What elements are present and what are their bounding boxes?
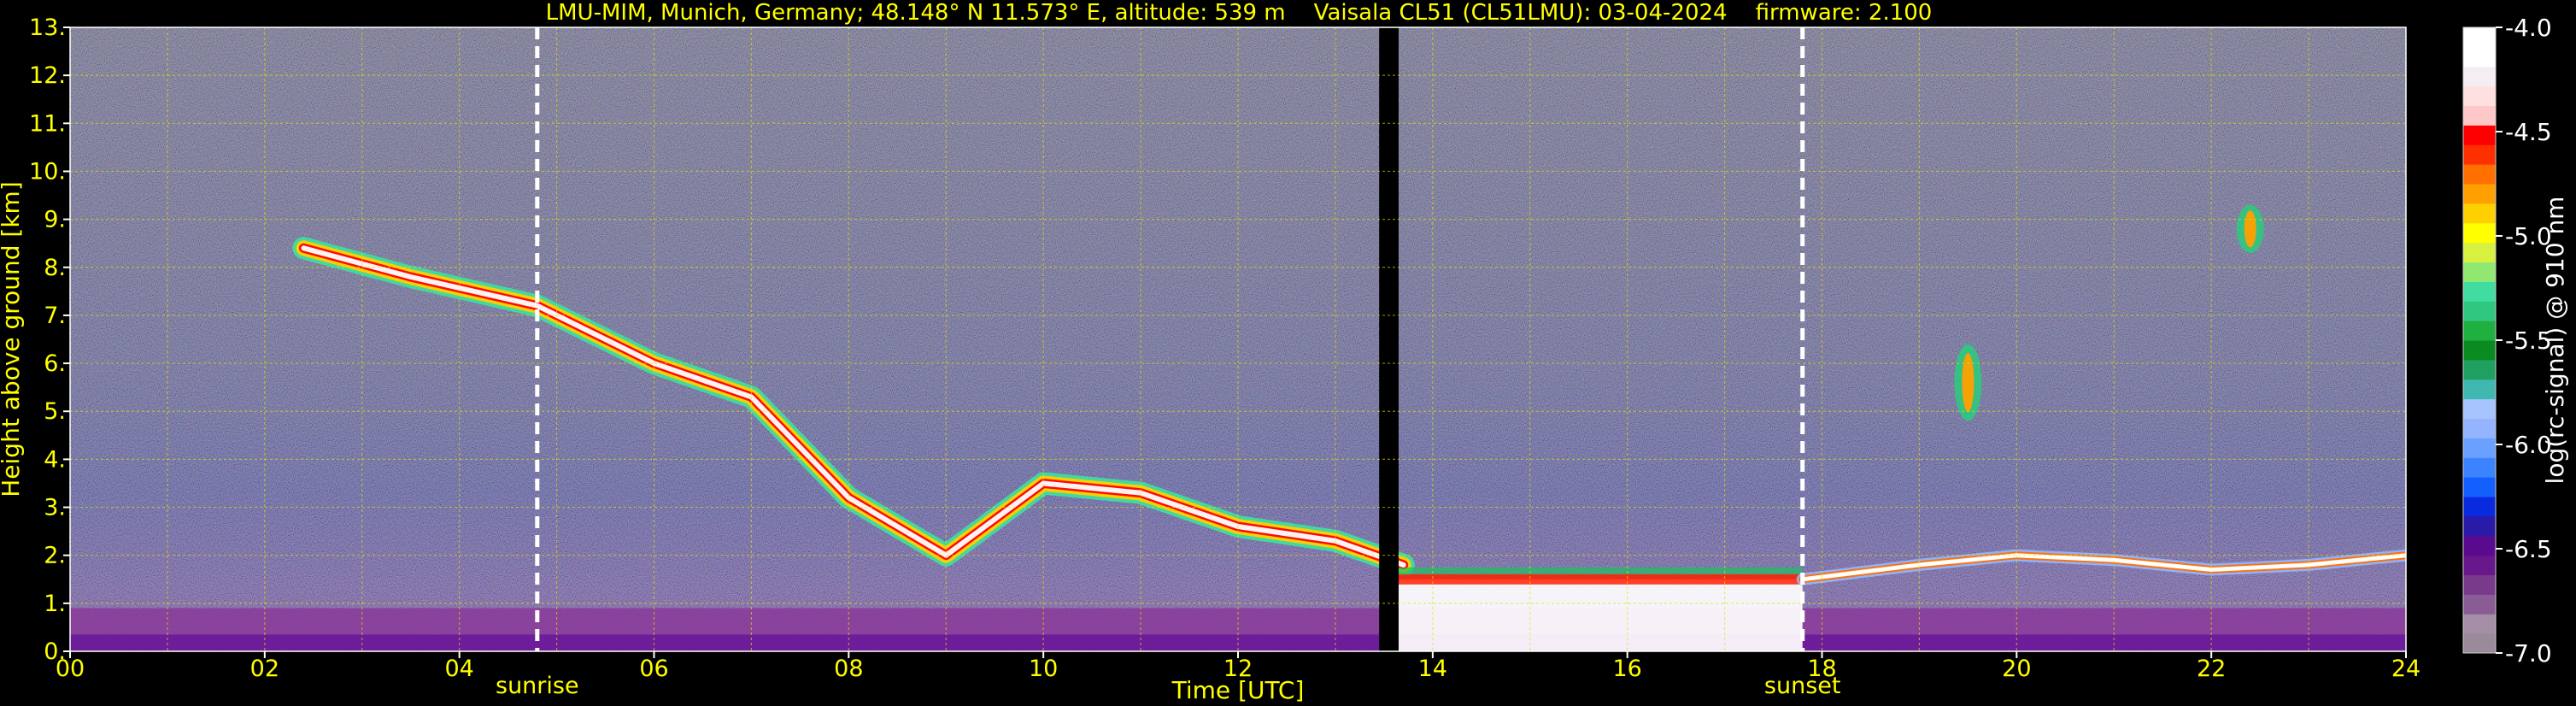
y-tick-label: 5.: [44, 398, 66, 425]
colorbar-segment: [2463, 105, 2496, 126]
colorbar-segment: [2463, 477, 2496, 497]
colorbar-segment: [2463, 574, 2496, 595]
y-tick-label: 8.: [44, 255, 66, 281]
colorbar-segment: [2463, 555, 2496, 575]
colorbar-segment: [2463, 262, 2496, 282]
colorbar: -4.0-4.5-5.0-5.5-6.0-6.5-7.0: [2462, 14, 2552, 668]
x-tick-label: 02: [250, 656, 279, 682]
colorbar-label: log(rc-signal) @ 910 nm: [2541, 197, 2569, 485]
colorbar-segment: [2463, 125, 2496, 145]
y-axis: 0. 1. 2. 3. 4. 5. 6. 7. 8. 9. 10. 11. 12. 13.: [29, 15, 70, 665]
y-axis-label: Height above ground [km]: [0, 181, 25, 497]
x-tick-label: 06: [639, 656, 668, 682]
x-tick-label: 20: [2002, 656, 2031, 682]
colorbar-segment: [2463, 222, 2496, 244]
y-tick-label: 9.: [44, 207, 66, 233]
upper-cloud-core: [2244, 210, 2256, 248]
y-tick-label: 6.: [44, 350, 66, 377]
colorbar-segment: [2463, 242, 2496, 262]
colorbar-segment: [2463, 457, 2496, 478]
x-tick-label: 10: [1029, 656, 1058, 682]
colorbar-tick-label: -7.0: [2505, 639, 2552, 668]
low-cloud: [1394, 579, 1803, 651]
colorbar-tick-label: -4.0: [2505, 14, 2552, 42]
colorbar-segment: [2463, 359, 2496, 380]
y-tick-label: 1.: [44, 591, 66, 617]
x-tick-label: 14: [1418, 656, 1447, 682]
colorbar-segment: [2463, 438, 2496, 458]
y-tick-label: 4.: [44, 446, 66, 473]
colorbar-segment: [2463, 203, 2496, 224]
data-gap: [1379, 27, 1399, 651]
y-tick-label: 11.: [29, 110, 66, 137]
y-tick-label: 2.: [44, 543, 66, 569]
x-axis-label: Time [UTC]: [1171, 676, 1305, 704]
colorbar-segment: [2463, 515, 2496, 537]
sunrise-label: sunrise: [496, 673, 579, 699]
colorbar-segment: [2463, 594, 2496, 615]
colorbar-segment: [2463, 497, 2496, 517]
colorbar-segment: [2463, 27, 2496, 48]
convective-cell-core: [1962, 352, 1975, 413]
x-tick-label: 24: [2391, 656, 2421, 682]
colorbar-segment: [2463, 535, 2496, 556]
colorbar-segment: [2463, 633, 2496, 654]
x-tick-label: 22: [2197, 656, 2226, 682]
colorbar-segment: [2463, 321, 2496, 341]
colorbar-segment: [2463, 379, 2496, 400]
y-tick-label: 10.: [29, 158, 66, 185]
y-tick-label: 3.: [44, 495, 66, 521]
y-tick-label: 12.: [29, 62, 66, 89]
x-tick-label: 16: [1612, 656, 1641, 682]
low-cloud-fringe: [1394, 567, 1803, 574]
y-tick-label: 13.: [29, 15, 66, 41]
colorbar-segment: [2463, 164, 2496, 185]
sunset-label: sunset: [1764, 673, 1841, 699]
colorbar-segment: [2463, 398, 2496, 419]
colorbar-segment: [2463, 144, 2496, 165]
colorbar-segment: [2463, 340, 2496, 361]
colorbar-segment: [2463, 184, 2496, 204]
colorbar-segment: [2463, 66, 2496, 87]
plot-area: [69, 26, 2407, 652]
colorbar-tick-label: -6.5: [2505, 535, 2552, 563]
colorbar-segment: [2463, 85, 2496, 106]
low-cloud-top: [1394, 574, 1803, 585]
colorbar-tick-label: -4.5: [2505, 118, 2552, 146]
x-tick-label: 04: [444, 656, 473, 682]
colorbar-segment: [2463, 614, 2496, 634]
colorbar-segment: [2463, 46, 2496, 68]
colorbar-segment: [2463, 281, 2496, 302]
colorbar-segment: [2463, 301, 2496, 321]
chart: 00 02 04 06 08 10 12 14 16 18 20 22 24 0.1.2.3.4.5.6…: [0, 14, 2569, 704]
colorbar-segment: [2463, 418, 2496, 438]
x-tick-label: 08: [834, 656, 863, 682]
y-tick-label: 7.: [44, 303, 66, 329]
y-tick-label: 0.: [44, 638, 66, 665]
